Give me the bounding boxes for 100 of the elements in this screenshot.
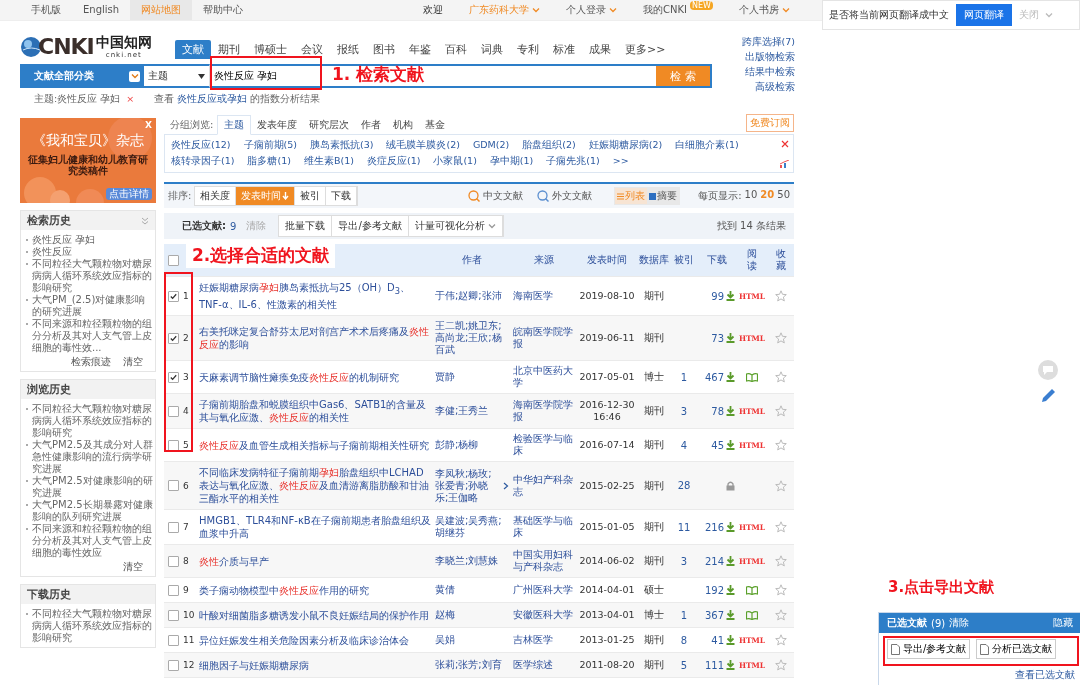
citation-count[interactable]: 28 — [677, 480, 691, 491]
field-select[interactable]: 主题 — [144, 64, 210, 88]
action-button[interactable]: 批量下载 — [279, 216, 333, 236]
topic-tag[interactable]: 白细胞介素(1) — [675, 139, 739, 152]
download-count[interactable]: 99 — [711, 290, 724, 302]
history-link[interactable]: 清空 — [123, 561, 143, 573]
source-filter[interactable]: 外文文献 — [537, 189, 593, 203]
citation-count[interactable]: 1 — [680, 371, 688, 383]
source-name[interactable]: 北京中医药大学 — [513, 365, 575, 389]
clear-link[interactable]: 清除 — [949, 616, 970, 630]
download-count[interactable]: 214 — [704, 555, 724, 567]
article-title[interactable]: 天麻素调节脑性瘫痪免疫炎性反应的机制研究 — [199, 370, 399, 384]
nav-tab[interactable]: 会议 — [294, 40, 330, 59]
author-names[interactable]: 贾静 — [435, 371, 455, 383]
panel-button[interactable]: 分析已选文献 — [976, 639, 1057, 659]
topic-tag[interactable]: 孕中期(1) — [489, 155, 534, 168]
history-item[interactable]: 不同来源和粒径颗粒物的组分分析及其对人支气管上皮细胞的毒性效应 — [25, 523, 153, 559]
top-menu[interactable]: 我的CNKI NEW — [643, 3, 713, 17]
top-menu[interactable]: 个人书房 — [739, 3, 790, 17]
source-name[interactable]: 海南医学院学报 — [513, 399, 575, 423]
nav-tab[interactable]: 成果 — [582, 40, 618, 59]
sort-option[interactable]: 下载 — [326, 187, 358, 205]
topic-tag[interactable]: 核转录因子(1) — [171, 155, 235, 168]
topic-tag[interactable]: 小家鼠(1) — [433, 155, 477, 168]
group-tab[interactable]: 机构 — [387, 116, 420, 134]
citation-count[interactable]: 4 — [680, 439, 688, 451]
query-link[interactable]: 炎性反应或孕妇 — [177, 93, 248, 104]
author-names[interactable]: 张莉;张芳;刘育 — [435, 659, 502, 671]
article-title[interactable]: 右美托咪定复合舒芬太尼对剖宫产术术后疼痛及炎性反应的影响 — [199, 325, 431, 351]
history-item[interactable]: 不同粒径大气颗粒物对糖尿病病人循环系统效应指标的影响研究 — [25, 403, 153, 439]
topic-tag[interactable]: 维生素B(1) — [303, 155, 354, 168]
article-title[interactable]: 炎性反应及血管生成相关指标与子痫前期相关性研究 — [199, 438, 429, 452]
sort-option[interactable]: 被引 — [295, 187, 327, 205]
history-link[interactable]: 清空 — [123, 356, 143, 368]
source-name[interactable]: 吉林医学 — [513, 634, 553, 646]
article-title[interactable]: 炎性介质与早产 — [199, 554, 269, 568]
citation-count[interactable]: 3 — [680, 555, 688, 567]
article-title[interactable]: 异位妊娠发生相关危险因素分析及临床诊治体会 — [199, 633, 409, 647]
history-item[interactable]: 大气PM2.5长期暴露对健康影响的队列研究进展 — [25, 499, 153, 523]
history-item[interactable]: 大气PM2.5对健康影响的研究进展 — [25, 475, 153, 499]
group-tab[interactable]: 作者 — [355, 116, 388, 134]
history-item[interactable]: 不同来源和粒径颗粒物的组分分析及其对人支气管上皮细胞的毒性效... — [25, 318, 153, 354]
history-item[interactable]: 炎性反应 孕妇 — [25, 234, 153, 246]
nav-tab[interactable]: 百科 — [438, 40, 474, 59]
download-count[interactable]: 192 — [704, 584, 724, 596]
source-name[interactable]: 安徽医科大学 — [513, 609, 573, 621]
top-link[interactable]: 帮助中心 — [192, 0, 255, 20]
action-button[interactable]: 导出/参考文献 — [332, 216, 409, 236]
topic-tag[interactable]: 胎盘组织(2) — [522, 139, 576, 152]
search-link[interactable]: 跨库选择(7) — [741, 35, 795, 48]
source-name[interactable]: 广州医科大学 — [513, 584, 573, 596]
nav-tab[interactable]: 期刊 — [211, 40, 247, 59]
topic-tag[interactable]: 子痫前期(5) — [243, 139, 297, 152]
history-item[interactable]: 不同粒径大气颗粒物对糖尿病病人循环系统效应指标的影响研究 — [25, 608, 153, 644]
top-link[interactable]: 手机版 — [20, 0, 72, 20]
search-link[interactable]: 高级检索 — [755, 80, 795, 93]
topic-tag[interactable]: 炎症反应(1) — [366, 155, 421, 168]
history-item[interactable]: 大气PM_(2.5)对健康影响的研究进展 — [25, 294, 153, 318]
group-tab[interactable]: 基金 — [419, 116, 452, 134]
translate-button[interactable]: 网页翻译 — [956, 4, 1012, 26]
author-names[interactable]: 于伟;赵卿;张沛 — [435, 290, 502, 302]
more-link[interactable]: >> — [612, 155, 629, 168]
download-count[interactable]: 467 — [704, 371, 724, 383]
search-link[interactable]: 结果中检索 — [745, 65, 795, 78]
source-name[interactable]: 基础医学与临床 — [513, 515, 575, 539]
source-name[interactable]: 中国实用妇科与产科杂志 — [513, 549, 575, 573]
source-name[interactable]: 皖南医学院学报 — [513, 326, 575, 350]
topic-tag[interactable]: 炎性反应(12) — [171, 139, 231, 152]
topic-tag[interactable]: 子痫先兆(1) — [546, 155, 600, 168]
topic-tag[interactable]: 脂多糖(1) — [247, 155, 291, 168]
top-menu[interactable]: 个人登录 — [566, 3, 618, 17]
nav-tab[interactable]: 图书 — [366, 40, 402, 59]
author-names[interactable]: 黄倩 — [435, 584, 455, 596]
article-title[interactable]: HMGB1、TLR4和NF-κB在子痫前期患者胎盘组织及血浆中升高 — [199, 514, 431, 540]
history-item[interactable]: 炎性反应 — [25, 246, 153, 258]
topic-tag[interactable]: 胰岛素抵抗(3) — [310, 139, 374, 152]
topic-tag[interactable]: 妊娠期糖尿病(2) — [588, 139, 663, 152]
download-count[interactable]: 78 — [711, 405, 724, 417]
citation-count[interactable]: 3 — [680, 405, 688, 417]
article-title[interactable]: 类子痫动物模型中炎性反应作用的研究 — [199, 583, 369, 597]
search-link[interactable]: 出版物检索 — [745, 50, 795, 63]
author-names[interactable]: 彭静;杨柳 — [435, 439, 479, 451]
download-count[interactable]: 73 — [711, 332, 724, 344]
source-name[interactable]: 医学综述 — [513, 659, 553, 671]
nav-tab[interactable]: 更多>> — [618, 40, 673, 59]
author-names[interactable]: 吴娟 — [435, 634, 455, 646]
category-select[interactable]: 文献全部分类 — [20, 64, 144, 88]
author-names[interactable]: 王二凯;姚卫东;高尚龙;王欣;杨百武 — [435, 320, 509, 356]
author-names[interactable]: 李晓兰;刘慧姝 — [435, 555, 499, 567]
action-button[interactable]: 计量可视化分析 — [408, 216, 503, 236]
topic-tag[interactable]: GDM(2) — [472, 139, 510, 152]
page-size-option[interactable]: 50 — [777, 189, 790, 203]
author-names[interactable]: 李凤秋;杨玫;张爱青;孙晓乐;王伽略 — [435, 467, 501, 504]
article-title[interactable]: 子痫前期胎盘和蜕膜组织中Gas6、SATB1的含量及其与氧化应激、炎性反应的相关性 — [199, 398, 431, 424]
citation-count[interactable]: 11 — [677, 521, 691, 533]
panel-button[interactable]: 导出/参考文献 — [887, 639, 971, 659]
source-name[interactable]: 检验医学与临床 — [513, 433, 575, 457]
citation-count[interactable]: 8 — [680, 634, 688, 646]
download-count[interactable]: 41 — [711, 634, 724, 646]
group-tab[interactable]: 主题 — [217, 115, 252, 135]
